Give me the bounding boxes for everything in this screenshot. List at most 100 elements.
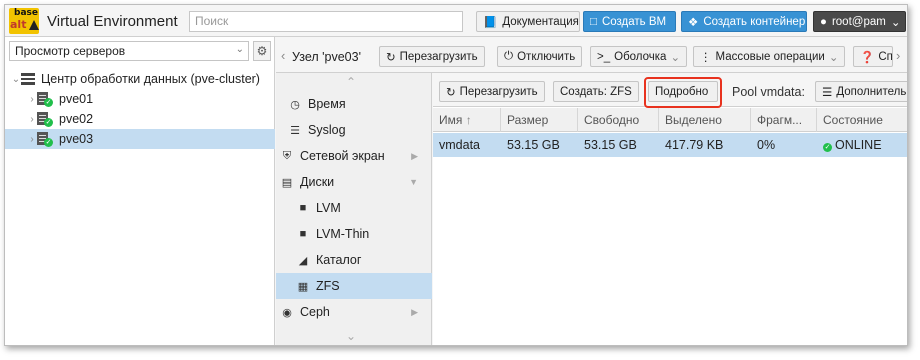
cell-frag: 0% bbox=[757, 138, 776, 152]
menu-item-label: Каталог bbox=[316, 253, 362, 267]
menu-item-label: Диски bbox=[300, 175, 335, 189]
expand-icon[interactable]: › bbox=[27, 114, 37, 125]
menu-item-ceph[interactable]: ◉ Ceph ▶ bbox=[276, 299, 432, 325]
create-container-label: Создать контейнер bbox=[703, 15, 806, 28]
documentation-label: Документация bbox=[502, 15, 579, 28]
col-name-header[interactable]: Имя ↑ bbox=[433, 108, 501, 132]
scroll-left-icon[interactable]: ‹ bbox=[281, 48, 285, 63]
tree-item-label: pve03 bbox=[59, 132, 94, 146]
folder-icon: ◢ bbox=[298, 254, 308, 267]
shield-icon: ⛨ bbox=[282, 149, 292, 162]
more-button[interactable]: ☰ Дополнительно bbox=[815, 81, 907, 102]
node-shutdown-button[interactable]: ⏻ Отключить bbox=[497, 46, 583, 67]
create-container-button[interactable]: ❖ Создать контейнер bbox=[681, 11, 807, 32]
shell-button[interactable]: >_ Оболочка ⌄ bbox=[590, 46, 688, 67]
scroll-right-icon[interactable]: › bbox=[896, 48, 900, 63]
square-icon: ■ bbox=[299, 228, 307, 240]
logo-text-bottom: alt bbox=[10, 18, 27, 31]
node-shutdown-label: Отключить bbox=[517, 50, 576, 63]
menu-item-label: LVM-Thin bbox=[316, 227, 370, 241]
tree-item-label: Центр обработки данных (pve-cluster) bbox=[41, 72, 260, 86]
chevron-up-icon[interactable]: ⌃ bbox=[346, 75, 356, 89]
node-online-icon: ✓ bbox=[37, 132, 53, 147]
menu-item-disks[interactable]: ▤ Диски ▼ bbox=[276, 169, 432, 195]
menu-item-label: Сетевой экран bbox=[300, 149, 385, 163]
reload-button[interactable]: ↻ Перезагрузить bbox=[439, 81, 545, 102]
highlight-box bbox=[644, 77, 722, 108]
menu-item-firewall[interactable]: ⛨ Сетевой экран ▶ bbox=[276, 143, 432, 169]
create-vm-label: Создать ВМ bbox=[601, 15, 667, 28]
shell-label: Оболочка bbox=[614, 50, 667, 63]
chevron-right-icon: ▶ bbox=[411, 150, 418, 161]
help-label: Сп bbox=[878, 50, 893, 63]
menu-dots-icon: ⋮ bbox=[700, 51, 712, 64]
col-free-header[interactable]: Свободно bbox=[578, 108, 659, 132]
user-label: root@pam bbox=[831, 15, 886, 28]
chevron-down-icon[interactable]: ⌄ bbox=[670, 50, 680, 64]
expand-icon[interactable]: › bbox=[27, 134, 37, 145]
terminal-icon: >_ bbox=[597, 50, 611, 63]
node-restart-button[interactable]: ↻ Перезагрузить bbox=[379, 46, 485, 67]
book-icon: 📘 bbox=[483, 16, 498, 29]
chevron-down-icon: ⌄ bbox=[235, 44, 244, 55]
col-size-header[interactable]: Размер bbox=[501, 108, 578, 132]
logo-mark bbox=[29, 20, 39, 30]
reload-label: Перезагрузить bbox=[459, 85, 538, 98]
table-row[interactable]: vmdata 53.15 GB 53.15 GB 417.79 KB 0% ✓ O… bbox=[433, 133, 907, 157]
create-zfs-button[interactable]: Создать: ZFS bbox=[553, 81, 639, 102]
tree-item-node[interactable]: › ✓ pve02 bbox=[5, 109, 275, 129]
user-menu-button[interactable]: ● root@pam ⌄ bbox=[813, 11, 906, 32]
chevron-right-icon: ▶ bbox=[411, 306, 418, 317]
col-frag-header[interactable]: Фрагм... bbox=[751, 108, 817, 132]
gear-icon[interactable]: ⚙ bbox=[253, 41, 271, 61]
menu-item-lvm-thin[interactable]: ■ LVM-Thin bbox=[276, 221, 432, 247]
tree-item-node-selected[interactable]: › ✓ pve03 bbox=[5, 129, 275, 149]
search-input[interactable]: Поиск bbox=[189, 11, 463, 32]
power-icon: ⏻ bbox=[504, 50, 514, 62]
pool-table-header: Имя ↑ Размер Свободно Выделено Фрагм... … bbox=[433, 108, 907, 132]
restart-icon: ↻ bbox=[386, 51, 396, 64]
zfs-toolbar: ↻ Перезагрузить Создать: ZFS Подробно Po… bbox=[433, 73, 907, 108]
health-label: ONLINE bbox=[835, 138, 882, 152]
menu-item-label: Время bbox=[308, 97, 346, 111]
create-zfs-label: Создать: ZFS bbox=[560, 85, 632, 98]
node-online-icon: ✓ bbox=[37, 112, 53, 127]
documentation-button[interactable]: 📘 Документация bbox=[476, 11, 580, 32]
menu-item-zfs[interactable]: ▦ ZFS bbox=[276, 273, 432, 299]
view-select[interactable]: Просмотр серверов ⌄ bbox=[9, 41, 249, 61]
col-health-header[interactable]: Состояние bbox=[817, 108, 907, 132]
menu-item-label: LVM bbox=[316, 201, 341, 215]
node-toolbar: ‹ Узел 'pve03' ↻ Перезагрузить ⏻ Отключи… bbox=[276, 37, 907, 73]
top-header: base alt Virtual Environment Поиск 📘 Док… bbox=[5, 5, 907, 37]
menu-item-time[interactable]: ◷ Время bbox=[276, 91, 432, 117]
help-button[interactable]: ❓ Сп bbox=[853, 46, 893, 67]
clock-icon: ◷ bbox=[290, 98, 300, 111]
logo-text-top: base bbox=[14, 8, 38, 18]
menu-item-label: ZFS bbox=[316, 279, 340, 293]
app-title: Virtual Environment bbox=[47, 13, 178, 30]
col-label: Имя bbox=[439, 113, 463, 127]
menu-item-directory[interactable]: ◢ Каталог bbox=[276, 247, 432, 273]
cell-alloc: 417.79 KB bbox=[665, 138, 724, 152]
create-vm-button[interactable]: □ Создать ВМ bbox=[583, 11, 676, 32]
tree-item-label: pve01 bbox=[59, 92, 94, 106]
resource-tree-panel: Просмотр серверов ⌄ ⚙ ⌄ Центр обработки … bbox=[5, 37, 275, 345]
tree-item-node[interactable]: › ✓ pve01 bbox=[5, 89, 275, 109]
more-label: Дополнительно bbox=[836, 85, 907, 98]
menu-item-lvm[interactable]: ■ LVM bbox=[276, 195, 432, 221]
bulk-actions-button[interactable]: ⋮ Массовые операции ⌄ bbox=[693, 46, 846, 67]
menu-item-syslog[interactable]: ☰ Syslog bbox=[276, 117, 432, 143]
datacenter-icon bbox=[21, 73, 35, 86]
basealt-logo: base alt bbox=[9, 8, 39, 34]
collapse-icon[interactable]: ⌄ bbox=[11, 74, 21, 85]
col-alloc-header[interactable]: Выделено bbox=[659, 108, 751, 132]
tree-item-datacenter[interactable]: ⌄ Центр обработки данных (pve-cluster) bbox=[5, 69, 275, 89]
menu-item-label: Ceph bbox=[300, 305, 330, 319]
menu-item-label: Syslog bbox=[308, 123, 346, 137]
node-restart-label: Перезагрузить bbox=[399, 50, 478, 63]
cell-health: ✓ ONLINE bbox=[817, 133, 907, 157]
cell-free: 53.15 GB bbox=[584, 138, 637, 152]
pool-label: Pool vmdata: bbox=[732, 85, 805, 99]
expand-icon[interactable]: › bbox=[27, 94, 37, 105]
chevron-down-icon[interactable]: ⌄ bbox=[346, 329, 356, 343]
